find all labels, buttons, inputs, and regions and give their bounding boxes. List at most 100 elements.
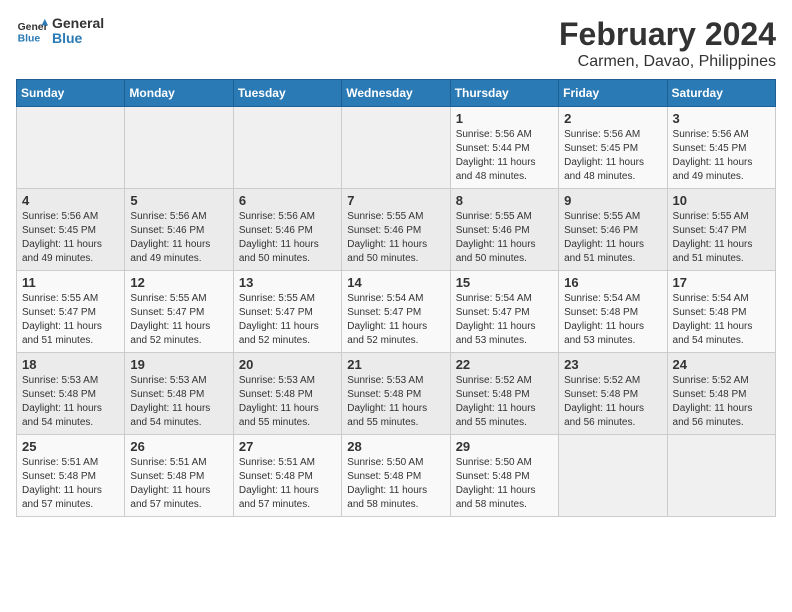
day-detail: Sunrise: 5:55 AM Sunset: 5:46 PM Dayligh… xyxy=(456,210,553,266)
day-number: 22 xyxy=(456,357,553,372)
day-detail: Sunrise: 5:52 AM Sunset: 5:48 PM Dayligh… xyxy=(456,374,553,430)
calendar-cell: 29 Sunrise: 5:50 AM Sunset: 5:48 PM Dayli… xyxy=(450,435,558,517)
day-number: 21 xyxy=(347,357,444,372)
day-number: 7 xyxy=(347,193,444,208)
calendar-cell xyxy=(17,107,125,189)
calendar-cell: 9Sunrise: 5:55 AM Sunset: 5:46 PM Daylig… xyxy=(559,189,667,271)
week-row-3: 11 Sunrise: 5:55 AM Sunset: 5:47 PM Dayli… xyxy=(17,271,776,353)
day-number: 1 xyxy=(456,111,553,126)
calendar-cell: 28 Sunrise: 5:50 AM Sunset: 5:48 PM Dayli… xyxy=(342,435,450,517)
day-detail: Sunrise: 5:56 AM Sunset: 5:45 PM Dayligh… xyxy=(673,128,770,184)
weekday-header-monday: Monday xyxy=(125,80,233,107)
day-detail: Sunrise: 5:56 AM Sunset: 5:45 PM Dayligh… xyxy=(564,128,661,184)
calendar-cell xyxy=(125,107,233,189)
day-detail: Sunrise: 5:51 AM Sunset: 5:48 PM Dayligh… xyxy=(22,456,119,512)
month-year: February 2024 xyxy=(559,16,776,53)
day-detail: Sunrise: 5:53 AM Sunset: 5:48 PM Dayligh… xyxy=(22,374,119,430)
day-detail: Sunrise: 5:50 AM Sunset: 5:48 PM Dayligh… xyxy=(347,456,444,512)
week-row-2: 4 Sunrise: 5:56 AM Sunset: 5:45 PM Daylig… xyxy=(17,189,776,271)
calendar-cell: 16 Sunrise: 5:54 AM Sunset: 5:48 PM Dayli… xyxy=(559,271,667,353)
day-detail: Sunrise: 5:54 AM Sunset: 5:48 PM Dayligh… xyxy=(564,292,661,348)
day-number: 16 xyxy=(564,275,661,290)
calendar-cell: 19Sunrise: 5:53 AM Sunset: 5:48 PM Dayli… xyxy=(125,353,233,435)
calendar-cell: 18 Sunrise: 5:53 AM Sunset: 5:48 PM Dayli… xyxy=(17,353,125,435)
day-detail: Sunrise: 5:52 AM Sunset: 5:48 PM Dayligh… xyxy=(673,374,770,430)
weekday-header-sunday: Sunday xyxy=(17,80,125,107)
day-detail: Sunrise: 5:53 AM Sunset: 5:48 PM Dayligh… xyxy=(130,374,227,430)
calendar-cell: 17Sunrise: 5:54 AM Sunset: 5:48 PM Dayli… xyxy=(667,271,775,353)
day-detail: Sunrise: 5:55 AM Sunset: 5:47 PM Dayligh… xyxy=(130,292,227,348)
logo-general: General xyxy=(52,16,104,31)
day-number: 26 xyxy=(130,439,227,454)
title-block: February 2024 Carmen, Davao, Philippines xyxy=(559,16,776,71)
location: Carmen, Davao, Philippines xyxy=(559,53,776,71)
calendar-cell: 11Sunrise: 5:55 AM Sunset: 5:47 PM Dayli… xyxy=(17,271,125,353)
day-detail: Sunrise: 5:55 AM Sunset: 5:47 PM Dayligh… xyxy=(239,292,336,348)
day-detail: Sunrise: 5:55 AM Sunset: 5:46 PM Dayligh… xyxy=(347,210,444,266)
day-detail: Sunrise: 5:56 AM Sunset: 5:45 PM Dayligh… xyxy=(22,210,119,266)
calendar-cell: 12 Sunrise: 5:55 AM Sunset: 5:47 PM Dayli… xyxy=(125,271,233,353)
calendar-cell: 26Sunrise: 5:51 AM Sunset: 5:48 PM Dayli… xyxy=(125,435,233,517)
logo-icon: General Blue xyxy=(16,17,48,45)
calendar-body: 1Sunrise: 5:56 AM Sunset: 5:44 PM Daylig… xyxy=(17,107,776,517)
day-number: 14 xyxy=(347,275,444,290)
calendar-cell: 5 Sunrise: 5:56 AM Sunset: 5:46 PM Daylig… xyxy=(125,189,233,271)
day-number: 29 xyxy=(456,439,553,454)
day-detail: Sunrise: 5:54 AM Sunset: 5:47 PM Dayligh… xyxy=(456,292,553,348)
page-header: General Blue General Blue February 2024 … xyxy=(16,16,776,71)
day-detail: Sunrise: 5:53 AM Sunset: 5:48 PM Dayligh… xyxy=(239,374,336,430)
calendar-cell: 22 Sunrise: 5:52 AM Sunset: 5:48 PM Dayli… xyxy=(450,353,558,435)
weekday-header-row: SundayMondayTuesdayWednesdayThursdayFrid… xyxy=(17,80,776,107)
calendar-cell: 24 Sunrise: 5:52 AM Sunset: 5:48 PM Dayli… xyxy=(667,353,775,435)
day-number: 25 xyxy=(22,439,119,454)
week-row-5: 25 Sunrise: 5:51 AM Sunset: 5:48 PM Dayli… xyxy=(17,435,776,517)
day-number: 28 xyxy=(347,439,444,454)
weekday-header-saturday: Saturday xyxy=(667,80,775,107)
calendar-cell xyxy=(233,107,341,189)
logo-blue: Blue xyxy=(52,31,104,46)
calendar-cell xyxy=(559,435,667,517)
calendar-cell: 2 Sunrise: 5:56 AM Sunset: 5:45 PM Daylig… xyxy=(559,107,667,189)
day-detail: Sunrise: 5:52 AM Sunset: 5:48 PM Dayligh… xyxy=(564,374,661,430)
calendar-cell: 6 Sunrise: 5:56 AM Sunset: 5:46 PM Daylig… xyxy=(233,189,341,271)
calendar-cell: 25 Sunrise: 5:51 AM Sunset: 5:48 PM Dayli… xyxy=(17,435,125,517)
day-number: 2 xyxy=(564,111,661,126)
day-number: 15 xyxy=(456,275,553,290)
calendar-cell: 20Sunrise: 5:53 AM Sunset: 5:48 PM Dayli… xyxy=(233,353,341,435)
day-number: 18 xyxy=(22,357,119,372)
day-number: 5 xyxy=(130,193,227,208)
day-detail: Sunrise: 5:56 AM Sunset: 5:46 PM Dayligh… xyxy=(130,210,227,266)
day-detail: Sunrise: 5:54 AM Sunset: 5:47 PM Dayligh… xyxy=(347,292,444,348)
calendar-cell xyxy=(342,107,450,189)
day-number: 4 xyxy=(22,193,119,208)
day-number: 13 xyxy=(239,275,336,290)
day-detail: Sunrise: 5:56 AM Sunset: 5:46 PM Dayligh… xyxy=(239,210,336,266)
calendar-cell xyxy=(667,435,775,517)
day-detail: Sunrise: 5:51 AM Sunset: 5:48 PM Dayligh… xyxy=(239,456,336,512)
calendar-cell: 13 Sunrise: 5:55 AM Sunset: 5:47 PM Dayli… xyxy=(233,271,341,353)
calendar-table: SundayMondayTuesdayWednesdayThursdayFrid… xyxy=(16,79,776,517)
day-number: 23 xyxy=(564,357,661,372)
calendar-cell: 14 Sunrise: 5:54 AM Sunset: 5:47 PM Dayli… xyxy=(342,271,450,353)
calendar-cell: 15 Sunrise: 5:54 AM Sunset: 5:47 PM Dayli… xyxy=(450,271,558,353)
weekday-header-tuesday: Tuesday xyxy=(233,80,341,107)
day-number: 24 xyxy=(673,357,770,372)
day-number: 11 xyxy=(22,275,119,290)
calendar-cell: 3 Sunrise: 5:56 AM Sunset: 5:45 PM Daylig… xyxy=(667,107,775,189)
logo: General Blue General Blue xyxy=(16,16,104,47)
week-row-4: 18 Sunrise: 5:53 AM Sunset: 5:48 PM Dayli… xyxy=(17,353,776,435)
calendar-cell: 21 Sunrise: 5:53 AM Sunset: 5:48 PM Dayli… xyxy=(342,353,450,435)
day-number: 17 xyxy=(673,275,770,290)
day-detail: Sunrise: 5:53 AM Sunset: 5:48 PM Dayligh… xyxy=(347,374,444,430)
day-number: 12 xyxy=(130,275,227,290)
day-number: 6 xyxy=(239,193,336,208)
day-detail: Sunrise: 5:50 AM Sunset: 5:48 PM Dayligh… xyxy=(456,456,553,512)
day-number: 3 xyxy=(673,111,770,126)
day-number: 10 xyxy=(673,193,770,208)
calendar-cell: 4 Sunrise: 5:56 AM Sunset: 5:45 PM Daylig… xyxy=(17,189,125,271)
calendar-cell: 7 Sunrise: 5:55 AM Sunset: 5:46 PM Daylig… xyxy=(342,189,450,271)
calendar-cell: 1Sunrise: 5:56 AM Sunset: 5:44 PM Daylig… xyxy=(450,107,558,189)
day-number: 8 xyxy=(456,193,553,208)
calendar-cell: 8 Sunrise: 5:55 AM Sunset: 5:46 PM Daylig… xyxy=(450,189,558,271)
day-number: 9 xyxy=(564,193,661,208)
